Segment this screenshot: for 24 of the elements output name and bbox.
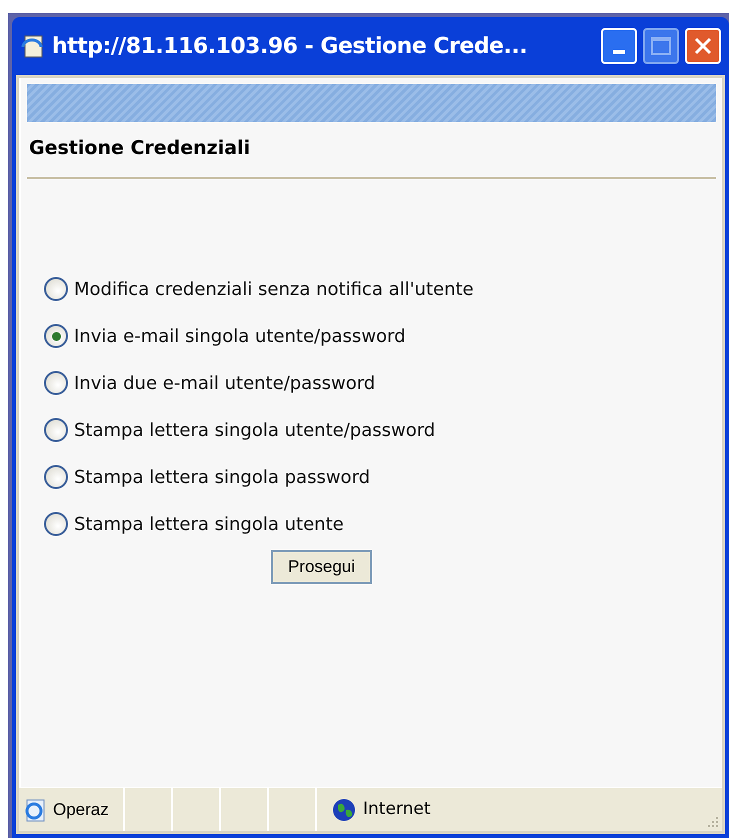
window-title: http://81.116.103.96 - Gestione Crede... [52, 32, 528, 60]
option-label: Stampa lettera singola utente/password [74, 418, 436, 442]
page-heading: Gestione Credenziali [28, 136, 252, 161]
option-label: Invia e-mail singola utente/password [74, 324, 406, 348]
zone-text: Internet [363, 798, 431, 821]
globe-icon [331, 796, 357, 822]
radio-button[interactable] [44, 418, 68, 442]
option-label: Stampa lettera singola utente [74, 512, 344, 536]
radio-button[interactable] [44, 465, 68, 489]
prosegui-button[interactable]: Prosegui [270, 550, 372, 584]
option-label: Invia due e-mail utente/password [74, 372, 376, 396]
minimize-icon [613, 50, 625, 54]
status-text: Operaz [53, 798, 110, 821]
option-label: Modifica credenziali senza notifica all'utente [74, 278, 474, 302]
radio-button[interactable] [44, 371, 68, 395]
minimize-button[interactable] [601, 28, 637, 64]
option-label: Stampa lettera singola password [74, 466, 370, 490]
resize-grip-icon[interactable] [706, 815, 720, 829]
close-button[interactable] [685, 28, 721, 64]
close-icon [693, 36, 713, 56]
radio-button[interactable] [44, 512, 68, 536]
radio-button[interactable] [44, 324, 68, 348]
radio-button[interactable] [44, 277, 68, 301]
maximize-icon [651, 37, 671, 55]
